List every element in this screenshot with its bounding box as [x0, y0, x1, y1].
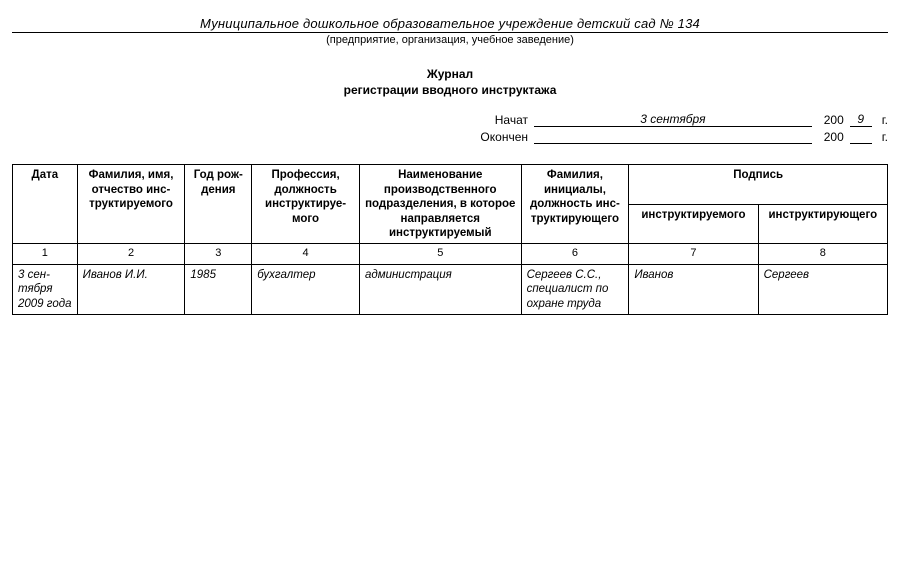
finished-value: [534, 129, 812, 144]
started-label: Начат: [468, 113, 528, 127]
th-profession: Профессия, должность инструктируе-мого: [252, 165, 360, 244]
finished-label: Окончен: [468, 130, 528, 144]
started-year-suffix: г.: [878, 113, 888, 127]
organization-subtitle: (предприятие, организация, учебное завед…: [12, 34, 888, 46]
column-number-row: 1 2 3 4 5 6 7 8: [13, 244, 888, 265]
date-started-line: Начат 3 сентября 200 9 г.: [468, 112, 888, 127]
title-line1: Журнал: [12, 66, 888, 82]
colnum: 5: [359, 244, 521, 265]
colnum: 3: [185, 244, 252, 265]
cell-year: 1985: [185, 265, 252, 315]
started-year-digit: 9: [850, 112, 872, 127]
th-sig-trainee: инструктируемого: [629, 204, 758, 243]
organization-name: Муниципальное дошкольное образовательное…: [12, 16, 888, 31]
th-year: Год рож-дения: [185, 165, 252, 244]
cell-fio: Иванов И.И.: [77, 265, 185, 315]
colnum: 6: [521, 244, 629, 265]
started-value: 3 сентября: [534, 112, 812, 127]
cell-unit: администрация: [359, 265, 521, 315]
dates-block: Начат 3 сентября 200 9 г. Окончен 200 г.: [12, 112, 888, 146]
colnum: 1: [13, 244, 78, 265]
colnum: 7: [629, 244, 758, 265]
colnum: 4: [252, 244, 360, 265]
finished-year-suffix: г.: [878, 130, 888, 144]
title-line2: регистрации вводного инструктажа: [12, 82, 888, 98]
table-row: 3 сен-тября 2009 года Иванов И.И. 1985 б…: [13, 265, 888, 315]
th-signature-group: Подпись: [629, 165, 888, 204]
th-sig-instructor: инструктирующего: [758, 204, 887, 243]
document-title: Журнал регистрации вводного инструктажа: [12, 66, 888, 98]
cell-date: 3 сен-тября 2009 года: [13, 265, 78, 315]
registration-table: Дата Фамилия, имя, отчество инс-труктиру…: [12, 164, 888, 315]
cell-profession: бухгалтер: [252, 265, 360, 315]
finished-year-digit: [850, 143, 872, 144]
cell-instructor: Сергеев С.С., специалист по охране труда: [521, 265, 629, 315]
th-fio: Фамилия, имя, отчество инс-труктируемого: [77, 165, 185, 244]
colnum: 2: [77, 244, 185, 265]
th-instructor: Фамилия, инициалы, должность инс-труктир…: [521, 165, 629, 244]
colnum: 8: [758, 244, 887, 265]
cell-sig-trainee: Иванов: [629, 265, 758, 315]
org-rule: [12, 32, 888, 33]
cell-sig-instructor: Сергеев: [758, 265, 887, 315]
started-year-prefix: 200: [818, 113, 844, 127]
date-finished-line: Окончен 200 г.: [468, 129, 888, 144]
finished-year-prefix: 200: [818, 130, 844, 144]
th-unit: Наименование производственного подраздел…: [359, 165, 521, 244]
th-date: Дата: [13, 165, 78, 244]
